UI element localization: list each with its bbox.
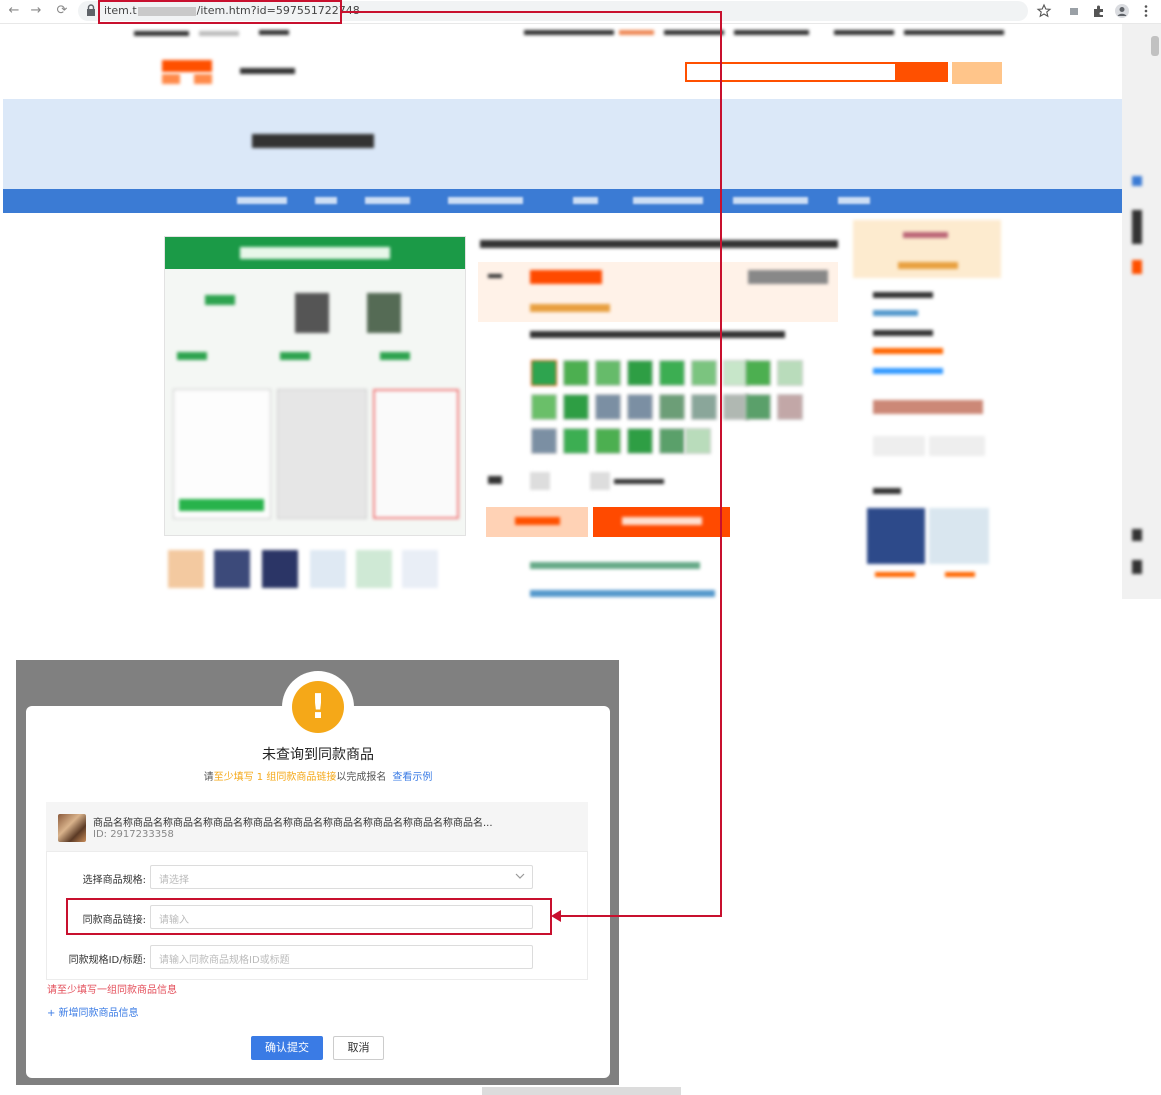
- site-search-input[interactable]: [685, 62, 895, 82]
- reload-icon[interactable]: ⟳: [54, 3, 70, 19]
- callout-line: [342, 11, 722, 13]
- url-highlight-box: [98, 0, 342, 24]
- sku-option[interactable]: [627, 360, 653, 386]
- validation-error: 请至少填写一组同款商品信息: [47, 985, 177, 996]
- sku-option[interactable]: [595, 394, 621, 420]
- price: [530, 270, 602, 284]
- sku-option[interactable]: [627, 428, 653, 454]
- same-spec-id-input[interactable]: 请输入同款商品规格ID或标题: [150, 945, 533, 969]
- subtitle-text: 以完成报名: [336, 772, 387, 783]
- sku-option[interactable]: [659, 428, 685, 454]
- sku-option[interactable]: [563, 360, 589, 386]
- thumbnail[interactable]: [356, 550, 392, 588]
- sku-option[interactable]: [691, 360, 717, 386]
- quantity-plus[interactable]: [590, 472, 610, 490]
- sku-option[interactable]: [531, 360, 557, 386]
- sku-option[interactable]: [531, 394, 557, 420]
- sku-option[interactable]: [659, 360, 685, 386]
- back-arrow-icon[interactable]: ←: [6, 3, 22, 19]
- sku-option[interactable]: [745, 360, 771, 386]
- thumbnail[interactable]: [168, 550, 204, 588]
- sku-option[interactable]: [595, 428, 621, 454]
- link-field-highlight-box: [66, 898, 552, 935]
- star-icon[interactable]: [1036, 3, 1052, 19]
- product-thumbnail: [58, 814, 86, 842]
- page-scrollbar[interactable]: [1122, 24, 1161, 599]
- profile-icon[interactable]: [1114, 3, 1130, 19]
- shop-nav: [3, 189, 1122, 213]
- sku-option[interactable]: [659, 394, 685, 420]
- sku-option[interactable]: [777, 394, 803, 420]
- subtitle-accent-text: 至少填写 1 组同款商品链接: [213, 772, 337, 783]
- dialog-subtitle: 请至少填写 1 组同款商品链接以完成报名 查看示例: [26, 768, 610, 783]
- view-example-link[interactable]: 查看示例: [392, 772, 432, 783]
- chevron-down-icon[interactable]: [514, 870, 526, 882]
- product-id: ID: 2917233358: [93, 829, 174, 840]
- shop-banner: [3, 99, 1122, 189]
- callout-line: [560, 915, 722, 917]
- sku-option[interactable]: [685, 428, 711, 454]
- same-spec-id-label: 同款规格ID/标题:: [68, 955, 146, 966]
- scroll-thumb[interactable]: [1151, 36, 1159, 56]
- horizontal-scrollbar[interactable]: [482, 1087, 681, 1095]
- sku-option[interactable]: [563, 428, 589, 454]
- sku-option[interactable]: [691, 394, 717, 420]
- lock-icon: [87, 4, 95, 16]
- sku-option[interactable]: [595, 360, 621, 386]
- site-search-button[interactable]: [895, 62, 948, 82]
- thumbnail[interactable]: [214, 550, 250, 588]
- sku-option[interactable]: [745, 394, 771, 420]
- sku-option[interactable]: [563, 394, 589, 420]
- warning-icon: !: [292, 681, 344, 733]
- subtitle-text: 请: [203, 772, 214, 783]
- confirm-submit-button[interactable]: 确认提交: [251, 1036, 323, 1060]
- shop-sidebar: [853, 220, 1003, 590]
- extension-icon[interactable]: [1066, 3, 1082, 19]
- callout-arrow-icon: [551, 910, 561, 922]
- quantity-minus[interactable]: [530, 472, 550, 490]
- thumbnail[interactable]: [310, 550, 346, 588]
- spec-select-label: 选择商品规格:: [82, 875, 146, 886]
- site-top-strip: [4, 24, 1122, 40]
- site-logo: [162, 60, 212, 86]
- sku-option[interactable]: [627, 394, 653, 420]
- dialog-title: 未查询到同款商品: [262, 747, 374, 763]
- cancel-button[interactable]: 取消: [333, 1036, 384, 1060]
- thumbnail[interactable]: [262, 550, 298, 588]
- site-search-secondary-button[interactable]: [952, 62, 1002, 84]
- product-main-image[interactable]: [164, 236, 466, 536]
- extension-icon[interactable]: [1090, 3, 1106, 19]
- forward-arrow-icon[interactable]: →: [28, 3, 44, 19]
- callout-line: [720, 11, 722, 917]
- sku-option[interactable]: [777, 360, 803, 386]
- shop-name: [252, 134, 374, 148]
- spec-select[interactable]: 请选择: [150, 865, 533, 889]
- product-name: 商品名称商品名称商品名称商品名称商品名称商品名称商品名称商品名称商品名称商品名.…: [93, 818, 493, 829]
- sku-option[interactable]: [531, 428, 557, 454]
- menu-dots-icon[interactable]: [1138, 3, 1154, 19]
- product-title: [480, 240, 838, 248]
- thumbnail[interactable]: [402, 550, 438, 588]
- add-same-item-link[interactable]: + 新增同款商品信息: [47, 1004, 139, 1019]
